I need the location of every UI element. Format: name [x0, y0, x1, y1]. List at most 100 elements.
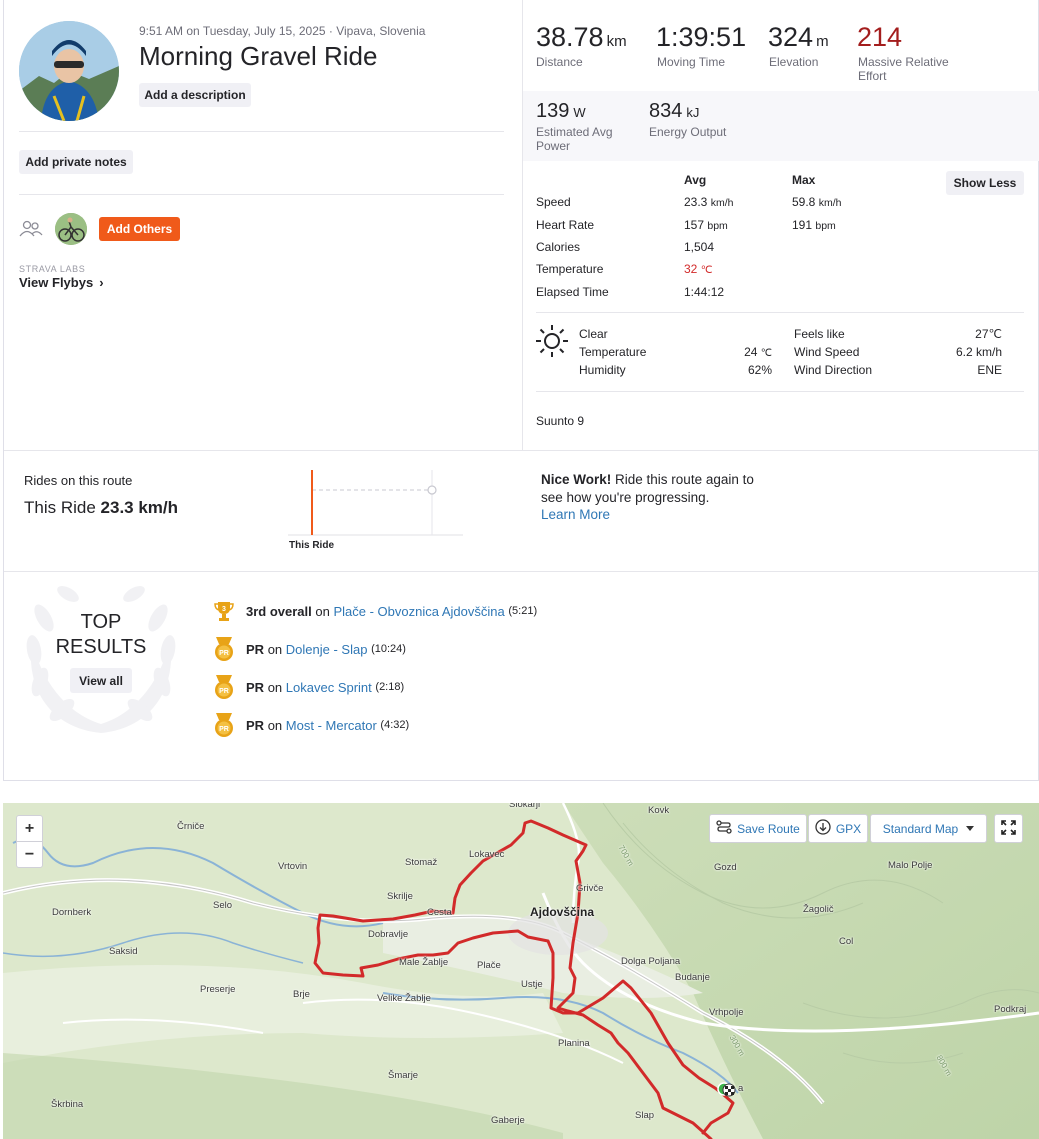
map-place-vrtovin: Vrtovin [278, 861, 308, 872]
segment-link[interactable]: Most - Mercator [286, 718, 377, 733]
relative-effort-label-line2: Effort [858, 69, 887, 83]
pr-badge-text: PR [219, 726, 229, 733]
divider [522, 0, 523, 450]
relative-effort-label: Massive Relative Effort [858, 55, 949, 83]
map-style-select[interactable]: Standard Map [870, 814, 987, 843]
map-place-male-zablje: Male Žablje [399, 957, 449, 968]
power-value: 139 [536, 100, 570, 122]
result-time: (4:32) [380, 719, 410, 731]
map-place-crnice: Črniče [177, 821, 205, 832]
wind-speed-label: Wind Speed [794, 345, 860, 359]
wind-direction-label: Wind Direction [794, 363, 873, 377]
map-place-slokarji: Slokarji [509, 803, 541, 810]
detail-row-avg: 1,504 [684, 240, 714, 254]
detail-row-max: 59.8 km/h [792, 195, 841, 209]
trophy-icon: 3 [213, 600, 235, 622]
view-all-button[interactable]: View all [70, 668, 132, 693]
this-ride-prefix: This Ride [24, 498, 96, 517]
result-on: on [267, 641, 283, 657]
map-canvas [3, 803, 1039, 1139]
device-name: Suunto 9 [536, 414, 585, 428]
fullscreen-icon [1001, 819, 1016, 838]
sun-icon [535, 324, 569, 358]
map-place-zagolic: Žagolič [803, 904, 834, 915]
pr-badge-text: PR [219, 650, 229, 657]
map-place-malo-polje: Malo Polje [888, 860, 933, 871]
segment-link[interactable]: Plače - Obvoznica Ajdovščina [333, 604, 504, 619]
save-route-label: Save Route [737, 821, 800, 836]
power-stat: 139 W [536, 100, 586, 123]
strava-labs-label: STRAVA LABS [19, 264, 86, 274]
nice-work-text-2: see how you're progressing. [541, 490, 710, 505]
wind-direction-value: ENE [977, 363, 1002, 377]
gpx-label: GPX [835, 821, 862, 836]
map-place-saksid: Saksid [109, 946, 138, 957]
fullscreen-button[interactable] [994, 814, 1023, 843]
distance-unit: km [606, 33, 627, 50]
result-on: on [267, 679, 283, 695]
result-on: on [315, 603, 330, 619]
view-flybys-label: View Flybys [19, 275, 94, 290]
result-on: on [267, 717, 283, 733]
trophy-rank: 3 [222, 606, 226, 613]
learn-more-link[interactable]: Learn More [541, 507, 610, 522]
weather-humidity-value: 62% [747, 363, 772, 377]
gpx-button[interactable]: GPX [808, 814, 868, 843]
zoom-in-button[interactable]: + [16, 815, 43, 842]
map-place-dolga-poljana: Dolga Poljana [621, 956, 681, 967]
segment-link[interactable]: Lokavec Sprint [286, 680, 372, 695]
weather-humidity-label: Humidity [579, 363, 626, 377]
weather-condition: Clear [579, 327, 608, 341]
show-less-button[interactable]: Show Less [946, 171, 1024, 195]
add-others-button[interactable]: Add Others [99, 217, 180, 241]
result-rank: PR [246, 717, 265, 733]
avatar[interactable] [19, 21, 119, 121]
power-unit: W [573, 105, 586, 120]
result-item: 3 3rd overall on Plače - Obvoznica Ajdovš… [213, 598, 537, 624]
this-ride-summary: This Ride 23.3 km/h [24, 498, 178, 518]
detail-row-label: Temperature [536, 262, 604, 276]
add-private-notes-button[interactable]: Add private notes [19, 150, 133, 174]
map-place-slap: Slap [635, 1110, 655, 1121]
divider [536, 391, 1024, 392]
map-place-skrilje: Skrilje [387, 891, 413, 902]
avg-header: Avg [684, 173, 707, 187]
elevation-label: Elevation [769, 55, 819, 69]
group-icon[interactable] [19, 219, 43, 239]
max-header: Max [792, 173, 816, 187]
map-place-kovk: Kovk [648, 805, 670, 816]
feels-like-value: 27℃ [975, 327, 1002, 341]
detail-row-max-value: 59.8 [792, 195, 816, 209]
route-icon [716, 819, 732, 838]
map-place-vrhpolje: Vrhpolje [709, 1007, 744, 1018]
pr-medal-icon: PR [213, 636, 235, 662]
divider [4, 450, 1039, 451]
pr-medal-icon: PR [213, 674, 235, 700]
activity-title[interactable]: Morning Gravel Ride [139, 41, 377, 72]
save-route-button[interactable]: Save Route [709, 814, 807, 843]
map-place-budanje: Budanje [675, 972, 710, 983]
top-results-title-line1: TOP [80, 611, 122, 633]
zoom-out-button[interactable]: − [16, 841, 43, 868]
detail-row-avg: 23.3 km/h [684, 195, 733, 209]
route-map[interactable]: Slokarji Kovk Črniče Lokavec Stomaž Vrtovin Go… [3, 803, 1039, 1139]
distance-value: 38.78 [536, 22, 604, 52]
this-ride-speed: 23.3 km/h [100, 498, 179, 517]
divider [4, 571, 1039, 572]
power-label-line2: Power [536, 139, 571, 153]
athlete-avatar[interactable] [55, 213, 87, 245]
detail-row-avg-unit: km/h [710, 197, 734, 209]
chevron-right-icon: › [99, 275, 104, 290]
elevation-unit: m [816, 33, 829, 50]
detail-row-label: Calories [536, 240, 581, 254]
add-description-button[interactable]: Add a description [139, 83, 251, 107]
detail-row-avg-unit: bpm [707, 220, 728, 232]
relative-effort-value[interactable]: 214 [857, 22, 902, 53]
view-flybys-link[interactable]: View Flybys › [19, 275, 104, 290]
divider [19, 131, 504, 132]
map-place-dornberk: Dornberk [52, 907, 92, 918]
segment-link[interactable]: Dolenje - Slap [286, 642, 368, 657]
result-time: (5:21) [508, 605, 538, 617]
map-place-ustje: Ustje [521, 979, 543, 990]
caret-down-icon [966, 826, 975, 831]
